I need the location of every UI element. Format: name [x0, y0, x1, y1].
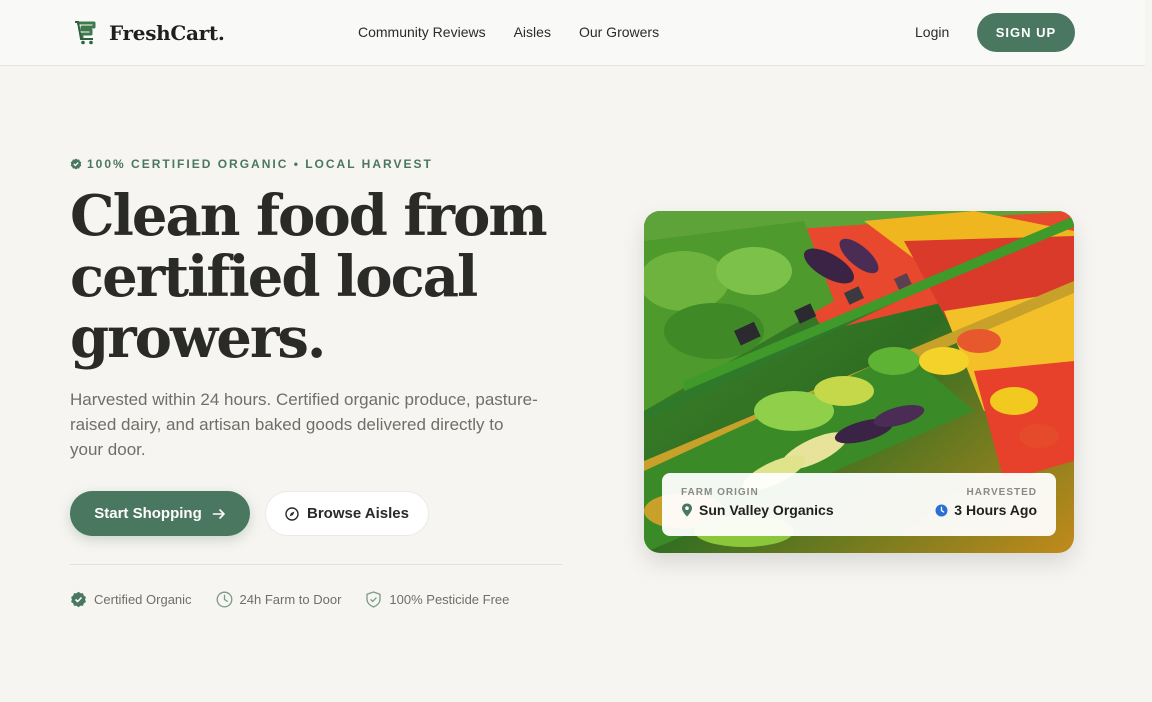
signup-button[interactable]: SIGN UP — [977, 13, 1075, 52]
hero-title-line-1: Clean food from — [70, 183, 548, 249]
badge-pesticide-free: 100% Pesticide Free — [365, 591, 509, 608]
hero-title-line-2: certified local — [70, 244, 478, 310]
logo-f-cart-icon — [75, 21, 96, 45]
arrow-right-icon — [212, 508, 225, 519]
site-header: FreshCart. Community Reviews Aisles Our … — [0, 0, 1145, 66]
hero-subtitle: Harvested within 24 hours. Certified org… — [70, 390, 538, 459]
nav-item-our-growers[interactable]: Our Growers — [579, 24, 659, 40]
hero-eyebrow: 100% CERTIFIED ORGANIC • LOCAL HARVEST — [70, 157, 433, 171]
produce-image-card: FARM ORIGIN Sun Valley Organics HARVESTE… — [644, 211, 1074, 553]
hero-title: Clean food from certified local growers. — [70, 186, 590, 369]
browse-aisles-button[interactable]: Browse Aisles — [265, 491, 429, 536]
farm-origin-value-row: Sun Valley Organics — [681, 502, 834, 518]
check-badge-icon — [71, 591, 86, 608]
check-badge-icon — [70, 158, 82, 170]
login-link[interactable]: Login — [915, 24, 949, 40]
hero-title-line-3: growers. — [70, 305, 326, 371]
compass-icon — [285, 506, 299, 521]
start-shopping-button[interactable]: Start Shopping — [70, 491, 250, 536]
harvested-value-row: 3 Hours Ago — [935, 502, 1037, 518]
shield-check-icon — [366, 591, 382, 608]
harvested-value: 3 Hours Ago — [954, 502, 1037, 518]
clock-icon — [935, 504, 948, 516]
farm-origin-value: Sun Valley Organics — [699, 502, 834, 518]
trust-badges: Certified Organic 24h Farm to Door 100% … — [70, 591, 509, 608]
farm-info-panel: FARM ORIGIN Sun Valley Organics HARVESTE… — [662, 473, 1056, 536]
eyebrow-text: 100% CERTIFIED ORGANIC • LOCAL HARVEST — [87, 157, 433, 171]
badge-label: Certified Organic — [94, 592, 192, 607]
farm-origin: FARM ORIGIN Sun Valley Organics — [681, 487, 834, 518]
farm-origin-label: FARM ORIGIN — [681, 487, 759, 498]
badge-label: 100% Pesticide Free — [389, 592, 510, 607]
start-shopping-label: Start Shopping — [94, 505, 202, 522]
browse-aisles-label: Browse Aisles — [307, 505, 409, 522]
nav-item-aisles[interactable]: Aisles — [514, 24, 551, 40]
location-pin-icon — [682, 503, 692, 517]
clock-icon — [216, 591, 232, 608]
hero-divider — [70, 564, 562, 565]
harvested-label: HARVESTED — [966, 487, 1037, 498]
brand-name: FreshCart. — [109, 20, 225, 45]
badge-certified-organic: Certified Organic — [70, 591, 192, 608]
brand-logo[interactable]: FreshCart. — [74, 20, 225, 45]
nav-item-community-reviews[interactable]: Community Reviews — [358, 24, 486, 40]
main-nav: Community Reviews Aisles Our Growers — [358, 24, 659, 40]
harvested: HARVESTED 3 Hours Ago — [935, 487, 1037, 518]
badge-label: 24h Farm to Door — [239, 592, 342, 607]
badge-farm-to-door: 24h Farm to Door — [216, 591, 342, 608]
